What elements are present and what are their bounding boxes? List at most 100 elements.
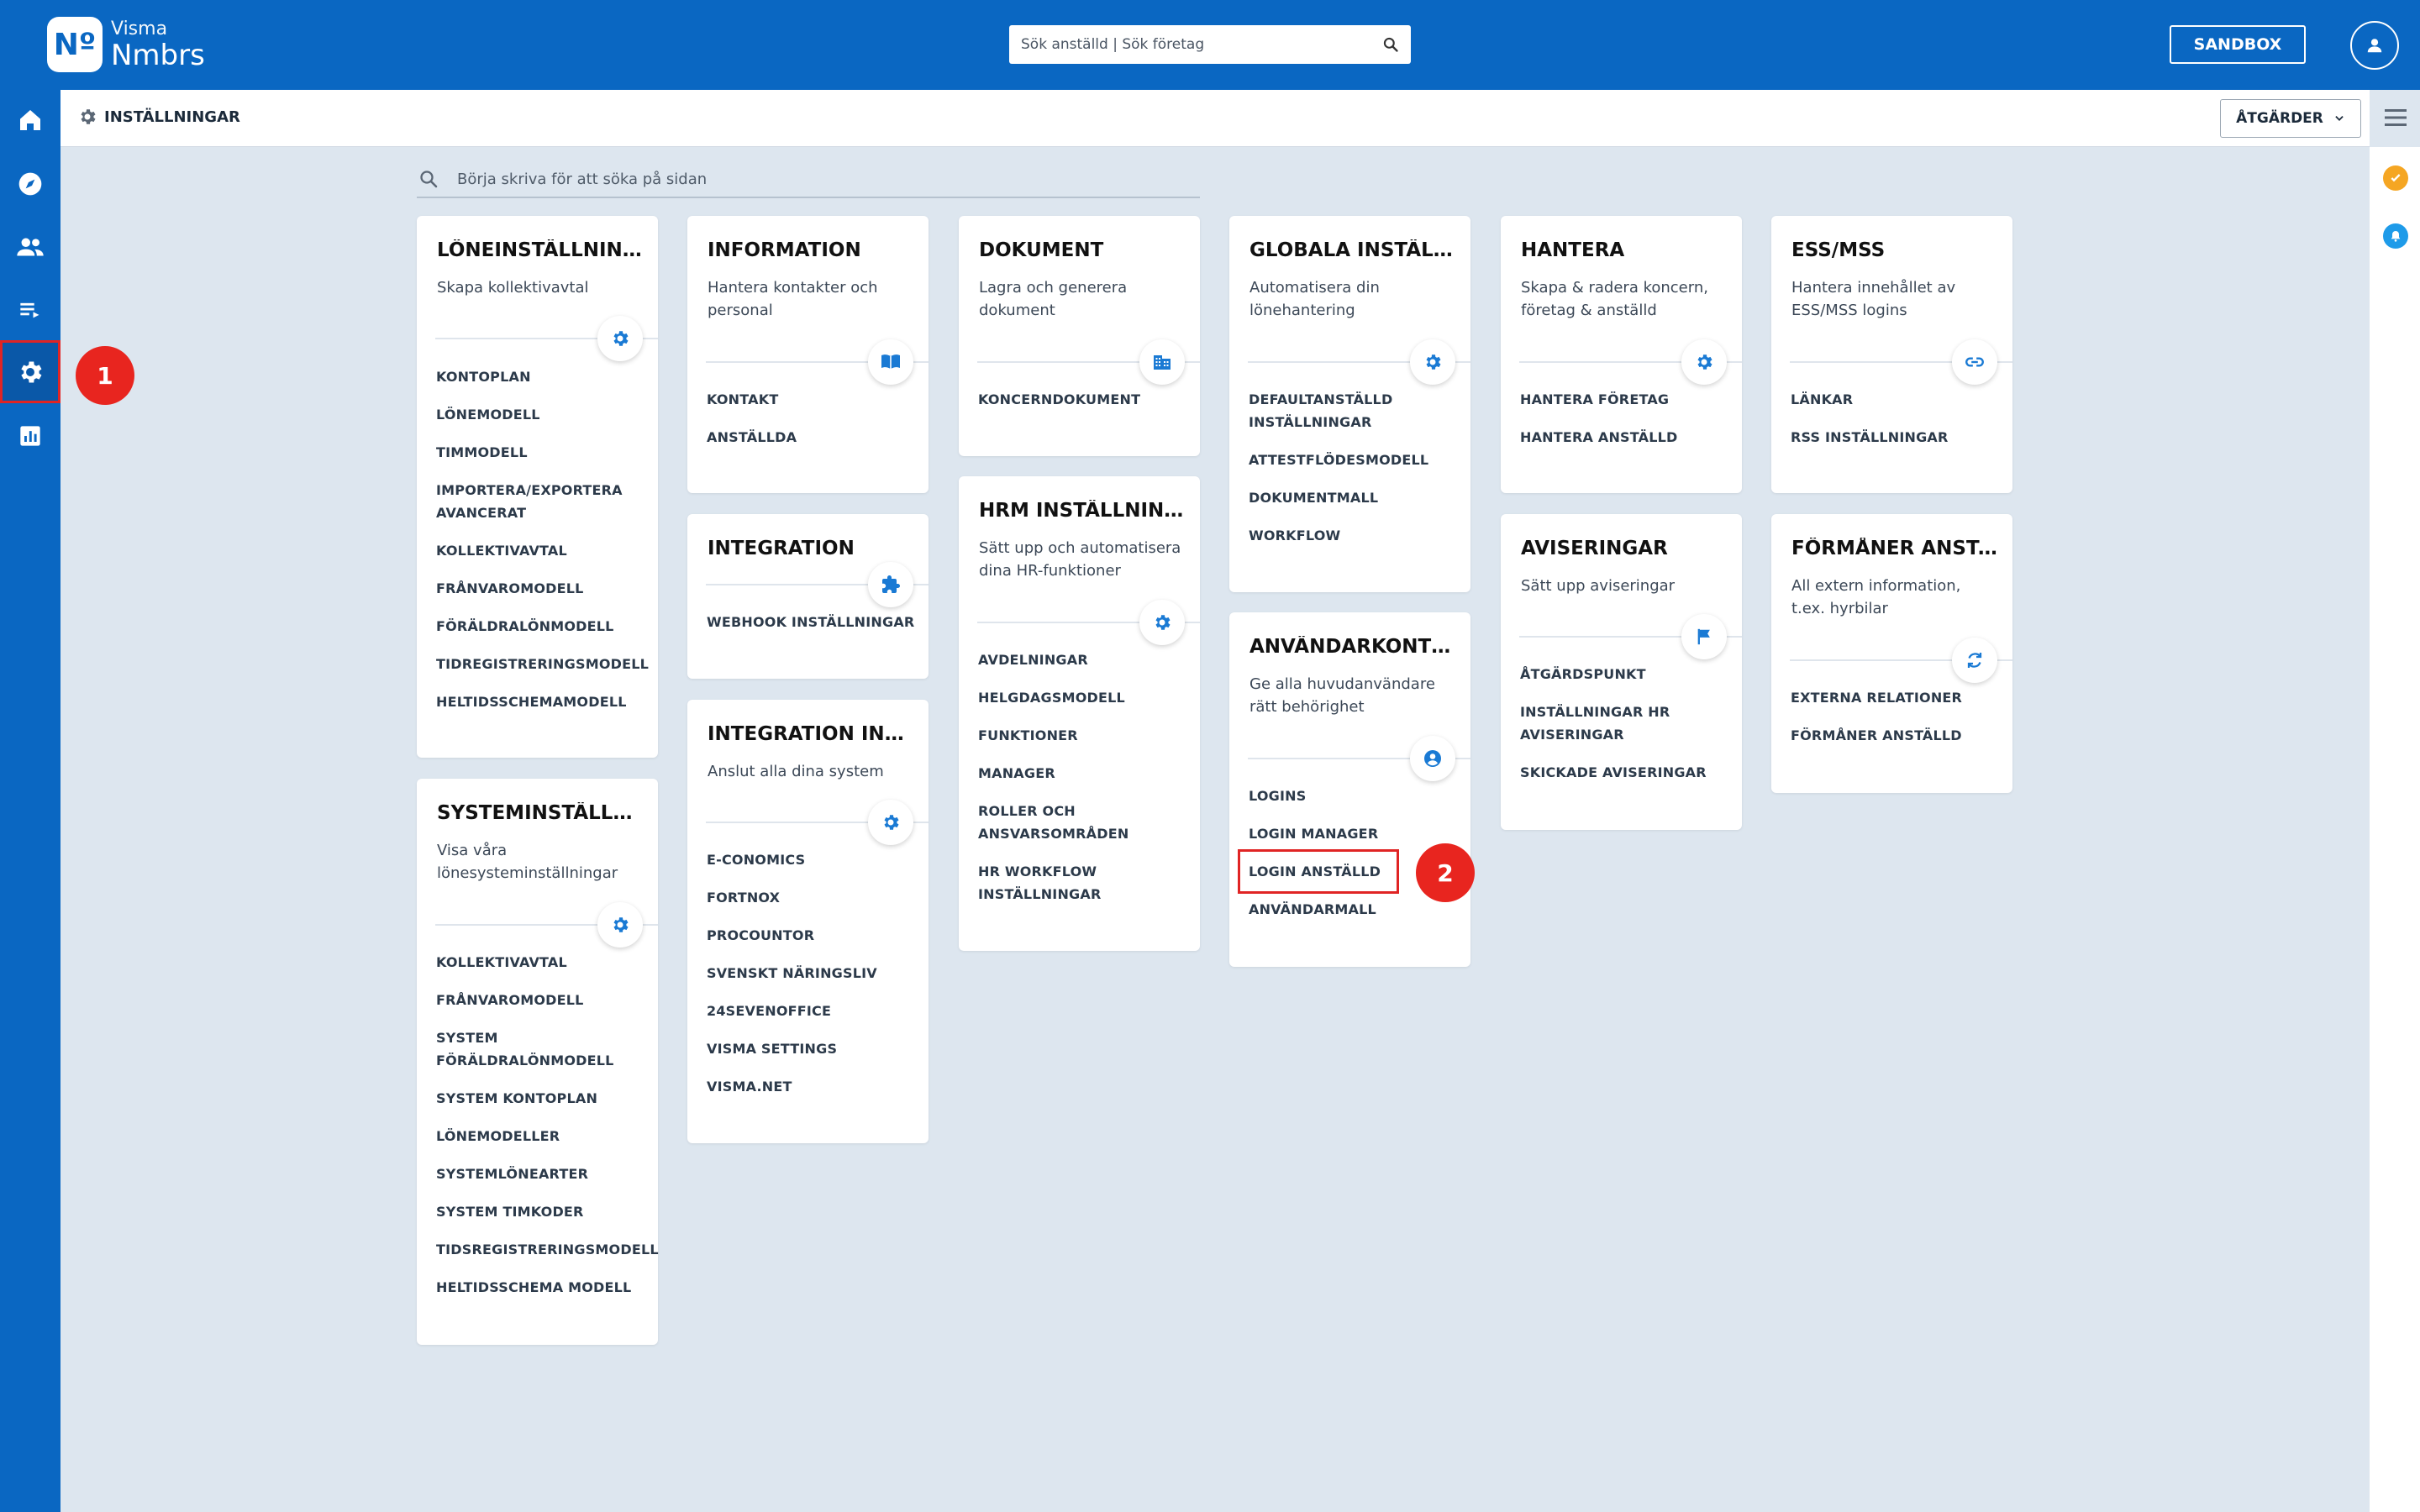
sidebar-item-list[interactable] bbox=[0, 278, 60, 341]
link-kontakt[interactable]: KONTAKT bbox=[707, 388, 915, 411]
link-procountor[interactable]: PROCOUNTOR bbox=[707, 924, 915, 947]
card-description: Anslut alla dina system bbox=[708, 763, 884, 780]
actions-dropdown[interactable]: ÅTGÄRDER bbox=[2220, 99, 2361, 138]
link-atgardspunkt[interactable]: ÅTGÄRDSPUNKT bbox=[1520, 663, 1728, 685]
menu-icon[interactable] bbox=[2385, 108, 2407, 128]
check-status-icon[interactable] bbox=[2383, 165, 2408, 191]
link-roller-och-ansvarsomraden[interactable]: ROLLER OCH ANSVARSOMRÅDEN bbox=[978, 800, 1186, 845]
notification-bell-icon[interactable] bbox=[2383, 223, 2408, 249]
link-attestflodesmodell[interactable]: ATTESTFLÖDESMODELL bbox=[1249, 449, 1457, 471]
right-rail bbox=[2370, 147, 2420, 1512]
link-lonemodeller[interactable]: LÖNEMODELLER bbox=[436, 1125, 644, 1147]
link-visma-settings[interactable]: VISMA SETTINGS bbox=[707, 1037, 915, 1060]
link-kontoplan[interactable]: KONTOPLAN bbox=[436, 365, 644, 388]
link-heltidsschemamodell[interactable]: HELTIDSSCHEMAMODELL bbox=[436, 690, 644, 713]
gear-icon bbox=[1410, 339, 1455, 385]
user-circle-icon bbox=[1410, 736, 1455, 781]
link-avdelningar[interactable]: AVDELNINGAR bbox=[978, 648, 1186, 671]
link-login-manager[interactable]: LOGIN MANAGER bbox=[1249, 822, 1457, 845]
card-description: Sätt upp aviseringar bbox=[1521, 577, 1676, 595]
nmbrs-logo[interactable]: Nº bbox=[47, 17, 103, 72]
card-description: Visa våra lönesysteminställningar bbox=[437, 842, 618, 882]
home-icon bbox=[20, 109, 40, 130]
link-e-conomics[interactable]: E-CONOMICS bbox=[707, 848, 915, 871]
card-systeminstallningar: SYSTEMINSTÄLLNINGAR Visa våra lönesystem… bbox=[417, 779, 659, 1345]
link-franvaromodell[interactable]: FRÅNVAROMODELL bbox=[436, 989, 644, 1011]
link-externa-relationer[interactable]: EXTERNA RELATIONER bbox=[1791, 686, 1999, 709]
link-koncerndokument[interactable]: KONCERNDOKUMENT bbox=[978, 388, 1186, 411]
link-timmodell[interactable]: TIMMODELL bbox=[436, 441, 644, 464]
logo-mark: Nº bbox=[53, 27, 97, 62]
card-ess-mss: ESS/MSS Hantera innehållet av ESS/MSS lo… bbox=[1771, 216, 2012, 493]
card-integration: INTEGRATION WEBHOOK INSTÄLLNINGAR bbox=[687, 514, 929, 679]
sidebar-item-home[interactable] bbox=[0, 88, 60, 151]
link-franvaromodell[interactable]: FRÅNVAROMODELL bbox=[436, 577, 644, 600]
link-fortnox[interactable]: FORTNOX bbox=[707, 886, 915, 909]
link-dokumentmall[interactable]: DOKUMENTMALL bbox=[1249, 486, 1457, 509]
link-system-timkoder[interactable]: SYSTEM TIMKODER bbox=[436, 1200, 644, 1223]
user-avatar[interactable] bbox=[2350, 21, 2399, 70]
sidebar-item-explore[interactable] bbox=[0, 152, 60, 215]
link-icon bbox=[1952, 339, 1997, 385]
link-anstallda[interactable]: ANSTÄLLDA bbox=[707, 426, 915, 449]
sidebar-item-settings[interactable] bbox=[0, 340, 60, 403]
card-title: HANTERA bbox=[1521, 239, 1625, 261]
link-hr-workflow-installningar[interactable]: HR WORKFLOW INSTÄLLNINGAR bbox=[978, 860, 1186, 906]
link-rss-installningar[interactable]: RSS INSTÄLLNINGAR bbox=[1791, 426, 1999, 449]
compass-icon bbox=[18, 172, 42, 195]
link-importera-exportera[interactable]: IMPORTERA/EXPORTERA AVANCERAT bbox=[436, 479, 644, 524]
card-description: Skapa kollektivavtal bbox=[437, 279, 589, 297]
link-funktioner[interactable]: FUNKTIONER bbox=[978, 724, 1186, 747]
card-hrm-installningar: HRM INSTÄLLNINGAR Sätt upp och automatis… bbox=[959, 476, 1200, 951]
card-title: AVISERINGAR bbox=[1521, 538, 1668, 559]
link-visma-net[interactable]: VISMA.NET bbox=[707, 1075, 915, 1098]
global-search-input[interactable]: Sök anställd | Sök företag bbox=[1009, 25, 1411, 64]
link-lonemodell[interactable]: LÖNEMODELL bbox=[436, 403, 644, 426]
link-skickade-aviseringar[interactable]: SKICKADE AVISERINGAR bbox=[1520, 761, 1728, 784]
link-system-kontoplan[interactable]: SYSTEM KONTOPLAN bbox=[436, 1087, 644, 1110]
link-workflow[interactable]: WORKFLOW bbox=[1249, 524, 1457, 547]
link-defaultanstalld-installningar[interactable]: DEFAULTANSTÄLLD INSTÄLLNINGAR bbox=[1249, 388, 1457, 433]
link-systemlonearter[interactable]: SYSTEMLÖNEARTER bbox=[436, 1163, 644, 1185]
link-tidsregistreringsmodell[interactable]: TIDSREGISTRERINGSMODELL bbox=[436, 1238, 659, 1261]
global-search-placeholder: Sök anställd | Sök företag bbox=[1021, 36, 1205, 53]
link-lankar[interactable]: LÄNKAR bbox=[1791, 388, 1999, 411]
settings-icon bbox=[21, 361, 42, 382]
link-24sevenoffice[interactable]: 24SEVENOFFICE bbox=[707, 1000, 915, 1022]
link-kollektivavtal[interactable]: KOLLEKTIVAVTAL bbox=[436, 539, 644, 562]
card-description: Sätt upp och automatisera dina HR-funkti… bbox=[979, 539, 1181, 580]
search-icon[interactable] bbox=[1382, 36, 1399, 53]
link-system-foraldralonmodell[interactable]: SYSTEM FÖRÄLDRALÖNMODELL bbox=[436, 1026, 644, 1072]
link-foraldralonmodell[interactable]: FÖRÄLDRALÖNMODELL bbox=[436, 615, 644, 638]
link-logins[interactable]: LOGINS bbox=[1249, 785, 1457, 807]
sidebar-item-reports[interactable] bbox=[0, 404, 60, 467]
link-hantera-anstalld[interactable]: HANTERA ANSTÄLLD bbox=[1520, 426, 1728, 449]
page-title: INSTÄLLNINGAR bbox=[104, 108, 240, 126]
link-anvandarmall[interactable]: ANVÄNDARMALL bbox=[1249, 898, 1457, 921]
card-description: Skapa & radera koncern, företag & anstäl… bbox=[1521, 279, 1708, 319]
link-tidregistreringsmodell[interactable]: TIDREGISTRERINGSMODELL bbox=[436, 653, 649, 675]
brand-line1: Visma bbox=[111, 18, 168, 39]
gear-icon bbox=[597, 316, 643, 361]
link-formaner-anstalld[interactable]: FÖRMÅNER ANSTÄLLD bbox=[1791, 724, 1999, 747]
link-webhook-installningar[interactable]: WEBHOOK INSTÄLLNINGAR bbox=[707, 611, 915, 633]
page-search-input[interactable]: Börja skriva för att söka på sidan bbox=[417, 161, 1200, 198]
link-heltidsschema-modell[interactable]: HELTIDSSCHEMA MODELL bbox=[436, 1276, 644, 1299]
link-hantera-foretag[interactable]: HANTERA FÖRETAG bbox=[1520, 388, 1728, 411]
link-login-anstalld[interactable]: LOGIN ANSTÄLLD bbox=[1238, 849, 1399, 894]
card-title: ESS/MSS bbox=[1791, 239, 1886, 261]
chevron-down-icon bbox=[2335, 116, 2344, 121]
link-manager[interactable]: MANAGER bbox=[978, 762, 1186, 785]
book-icon bbox=[868, 339, 913, 385]
link-svenskt-naringsliv[interactable]: SVENSKT NÄRINGSLIV bbox=[707, 962, 915, 984]
sidebar-item-people[interactable] bbox=[0, 215, 60, 278]
card-title: INTEGRATION bbox=[708, 538, 855, 559]
card-title: INFORMATION bbox=[708, 239, 861, 261]
link-installningar-hr-aviseringar[interactable]: INSTÄLLNINGAR HR AVISERINGAR bbox=[1520, 701, 1728, 746]
building-icon bbox=[1139, 339, 1185, 385]
brand-name: Visma Nmbrs bbox=[111, 18, 205, 71]
link-kollektivavtal[interactable]: KOLLEKTIVAVTAL bbox=[436, 951, 644, 974]
link-helgdagsmodell[interactable]: HELGDAGSMODELL bbox=[978, 686, 1186, 709]
sandbox-button[interactable]: SANDBOX bbox=[2170, 25, 2306, 64]
card-formaner-anstalld: FÖRMÅNER ANSTÄLLD All extern information… bbox=[1771, 514, 2012, 793]
